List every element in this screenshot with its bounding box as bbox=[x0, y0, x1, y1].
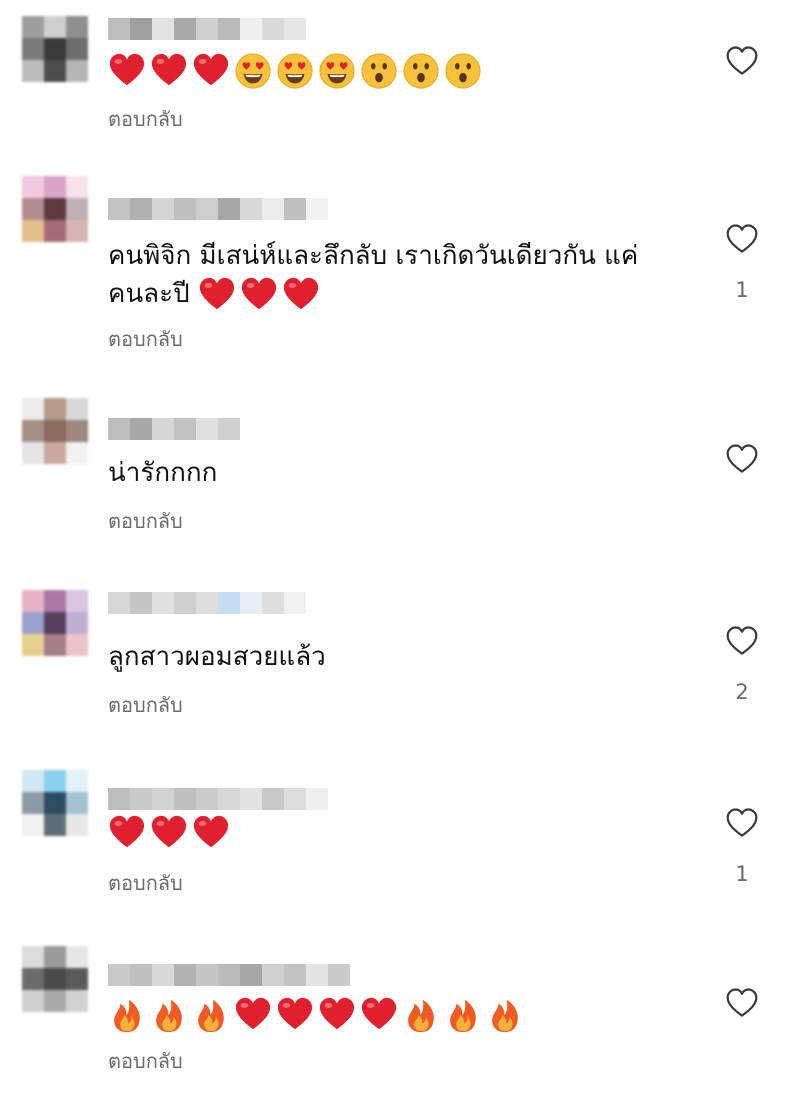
heart-emoji-icon bbox=[108, 52, 146, 90]
heart-emoji-icon bbox=[150, 52, 188, 90]
like-count: 1 bbox=[735, 862, 749, 886]
reply-button[interactable]: ตอบกลับ bbox=[108, 106, 183, 132]
heart-emoji-icon bbox=[360, 996, 398, 1034]
like-count: 1 bbox=[735, 278, 749, 302]
surprised-emoji-icon bbox=[360, 52, 398, 90]
username-redacted[interactable] bbox=[108, 198, 328, 220]
fire-emoji-icon bbox=[444, 996, 482, 1034]
comment-text-line: คนละปี bbox=[108, 279, 198, 309]
like-button[interactable] bbox=[722, 220, 762, 258]
reply-button[interactable]: ตอบกลับ bbox=[108, 870, 183, 896]
like-count: 2 bbox=[735, 680, 749, 704]
username-redacted[interactable] bbox=[108, 592, 306, 614]
avatar[interactable] bbox=[22, 770, 88, 836]
reply-button[interactable]: ตอบกลับ bbox=[108, 508, 183, 534]
fire-emoji-icon bbox=[402, 996, 440, 1034]
heart-outline-icon bbox=[725, 223, 759, 255]
heart-emoji-icon bbox=[192, 52, 230, 90]
comment-text: ลูกสาวผอมสวยแล้ว bbox=[108, 638, 688, 676]
like-button[interactable] bbox=[722, 440, 762, 478]
avatar[interactable] bbox=[22, 398, 88, 464]
reply-button[interactable]: ตอบกลับ bbox=[108, 692, 183, 718]
avatar[interactable] bbox=[22, 590, 88, 656]
heart-outline-icon bbox=[725, 987, 759, 1019]
fire-emoji-icon bbox=[486, 996, 524, 1034]
heart-emoji-icon bbox=[198, 276, 236, 314]
reply-button[interactable]: ตอบกลับ bbox=[108, 326, 183, 352]
heart-emoji-icon bbox=[318, 996, 356, 1034]
surprised-emoji-icon bbox=[402, 52, 440, 90]
comment-text-line: ลูกสาวผอมสวยแล้ว bbox=[108, 642, 326, 672]
fire-emoji-icon bbox=[108, 996, 146, 1034]
heart-emoji-icon bbox=[192, 814, 230, 852]
username-redacted[interactable] bbox=[108, 788, 328, 810]
fire-emoji-icon bbox=[150, 996, 188, 1034]
comment-emoji-row bbox=[108, 996, 524, 1034]
heart-emoji-icon bbox=[282, 276, 320, 314]
fire-emoji-icon bbox=[192, 996, 230, 1034]
username-redacted[interactable] bbox=[108, 418, 240, 440]
username-redacted[interactable] bbox=[108, 18, 306, 40]
like-button[interactable] bbox=[722, 984, 762, 1022]
comment-text-line: คนพิจิก มีเสน่ห์และลึกลับ เราเกิดวันเดีย… bbox=[108, 241, 639, 271]
like-button[interactable] bbox=[722, 622, 762, 660]
avatar[interactable] bbox=[22, 176, 88, 242]
comment-emoji-row bbox=[108, 52, 482, 90]
surprised-emoji-icon bbox=[444, 52, 482, 90]
username-redacted[interactable] bbox=[108, 964, 350, 986]
heart-outline-icon bbox=[725, 625, 759, 657]
comment-text-line: น่ารักกกก bbox=[108, 458, 218, 488]
avatar[interactable] bbox=[22, 946, 88, 1012]
comment-text: น่ารักกกก bbox=[108, 454, 688, 492]
heart-outline-icon bbox=[725, 45, 759, 77]
heart-outline-icon bbox=[725, 443, 759, 475]
like-button[interactable] bbox=[722, 42, 762, 80]
like-button[interactable] bbox=[722, 804, 762, 842]
reply-button[interactable]: ตอบกลับ bbox=[108, 1048, 183, 1074]
heart-emoji-icon bbox=[276, 996, 314, 1034]
avatar[interactable] bbox=[22, 16, 88, 82]
heart-emoji-icon bbox=[240, 276, 278, 314]
heart-eyes-emoji-icon bbox=[276, 52, 314, 90]
heart-eyes-emoji-icon bbox=[234, 52, 272, 90]
heart-emoji-icon bbox=[150, 814, 188, 852]
heart-emoji-icon bbox=[108, 814, 146, 852]
heart-outline-icon bbox=[725, 807, 759, 839]
comment-text: คนพิจิก มีเสน่ห์และลึกลับ เราเกิดวันเดีย… bbox=[108, 237, 688, 314]
heart-eyes-emoji-icon bbox=[318, 52, 356, 90]
comment-emoji-row bbox=[108, 814, 230, 852]
heart-emoji-icon bbox=[234, 996, 272, 1034]
